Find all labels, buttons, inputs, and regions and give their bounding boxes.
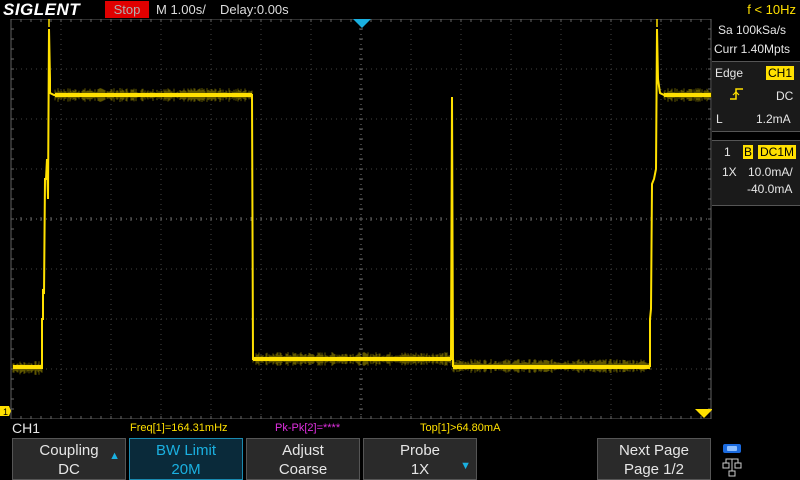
empty-softkey-slot bbox=[480, 438, 594, 480]
down-arrow-icon: ▼ bbox=[460, 460, 471, 472]
measurement-peak-to-peak: Pk-Pk[2]=**** bbox=[275, 422, 341, 434]
trigger-coupling: DC bbox=[776, 89, 794, 103]
svg-text:1: 1 bbox=[3, 407, 8, 417]
trigger-source: CH1 bbox=[766, 66, 795, 80]
next-page-softkey[interactable]: Next Page Page 1/2 bbox=[597, 438, 711, 480]
adjust-softkey[interactable]: Adjust Coarse bbox=[246, 438, 360, 480]
sample-rate: Sa 100kSa/s bbox=[718, 23, 787, 37]
bandwidth-limit-marker: B bbox=[743, 145, 754, 159]
trigger-level-label: L bbox=[716, 112, 723, 126]
page-indicator: Page 1/2 bbox=[623, 461, 685, 478]
probe-ratio: 1X bbox=[722, 165, 737, 179]
next-page-label: Next Page bbox=[618, 442, 690, 459]
delay-readout[interactable]: Delay:0.00s bbox=[220, 0, 289, 19]
vertical-offset: -40.0mA bbox=[747, 182, 793, 196]
vertical-scale: 10.0mA/ bbox=[748, 165, 793, 179]
up-arrow-icon: ▲ bbox=[109, 450, 120, 462]
bandwidth-limit-value: 20M bbox=[171, 461, 201, 478]
trigger-frequency-readout: f < 10Hz bbox=[747, 2, 796, 17]
usb-network-icon bbox=[718, 441, 748, 477]
trigger-info-box[interactable]: Edge CH1 DC L 1.2mA bbox=[712, 61, 800, 132]
coupling-softkey[interactable]: Coupling DC ▲ bbox=[12, 438, 126, 480]
bandwidth-limit-label: BW Limit bbox=[156, 442, 216, 459]
bandwidth-limit-softkey[interactable]: BW Limit 20M bbox=[129, 438, 243, 480]
brand-logo: SIGLENT bbox=[3, 0, 81, 19]
info-panel: Sa 100kSa/s Curr 1.40Mpts Edge CH1 DC L … bbox=[712, 19, 800, 419]
measurement-frequency: Freq[1]=164.31mHz bbox=[130, 422, 228, 434]
channel-coupling: DC1M bbox=[758, 145, 797, 159]
channel-ground-marker[interactable]: 1 bbox=[0, 406, 11, 417]
adjust-value: Coarse bbox=[278, 461, 328, 478]
memory-depth: Curr 1.40Mpts bbox=[714, 42, 791, 56]
status-bar: SIGLENT Stop M 1.00s/ Delay:0.00s f < 10… bbox=[0, 0, 800, 19]
trigger-type: Edge bbox=[715, 66, 744, 80]
channel1-info-box[interactable]: 1 B DC1M 1X 10.0mA/ -40.0mA bbox=[712, 140, 800, 206]
graticule: 1 bbox=[0, 19, 712, 419]
measurement-bar: CH1 Freq[1]=164.31mHz Pk-Pk[2]=**** Top[… bbox=[0, 419, 800, 438]
adjust-label: Adjust bbox=[282, 442, 324, 459]
channel-number: 1 bbox=[724, 145, 731, 159]
active-channel-label: CH1 bbox=[12, 420, 41, 436]
trigger-level: 1.2mA bbox=[756, 112, 791, 126]
probe-softkey[interactable]: Probe 1X ▼ bbox=[363, 438, 477, 480]
run-stop-status[interactable]: Stop bbox=[105, 1, 149, 18]
rising-edge-icon bbox=[730, 87, 744, 104]
softkey-menu: Coupling DC ▲ BW Limit 20M Adjust Coarse… bbox=[0, 438, 800, 480]
waveform-display[interactable]: 1 bbox=[0, 19, 712, 419]
timebase-readout[interactable]: M 1.00s/ bbox=[156, 0, 206, 19]
measurement-top: Top[1]>64.80mA bbox=[420, 422, 501, 434]
